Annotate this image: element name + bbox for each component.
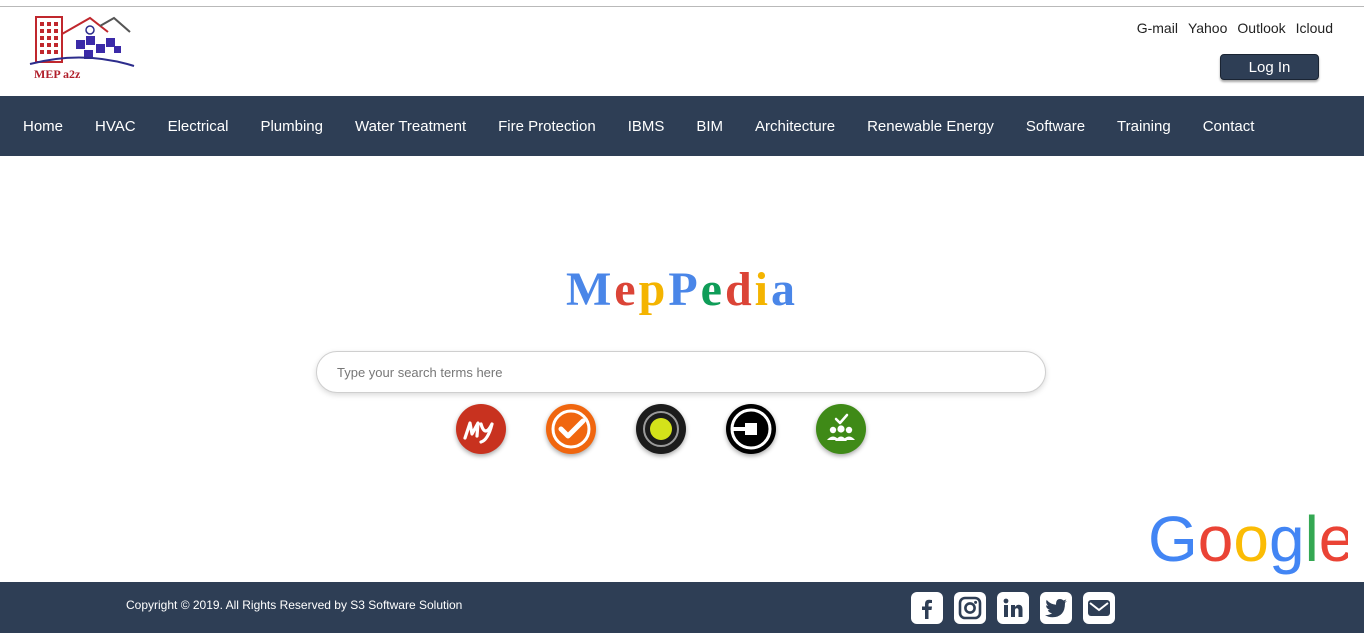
google-wordmark: Google bbox=[1148, 503, 1348, 575]
brand-letter: e bbox=[700, 263, 725, 316]
meppedia-title: MepPedia bbox=[0, 262, 1364, 317]
brand-letter: i bbox=[754, 263, 771, 316]
nav-item-architecture[interactable]: Architecture bbox=[739, 118, 851, 135]
mail-links: G-mail Yahoo Outlook Icloud bbox=[1137, 20, 1333, 36]
nav-item-training[interactable]: Training bbox=[1101, 118, 1187, 135]
login-button[interactable]: Log In bbox=[1220, 54, 1319, 80]
footer: Copyright © 2019. All Rights Reserved by… bbox=[0, 582, 1364, 633]
nav-item-hvac[interactable]: HVAC bbox=[79, 118, 152, 135]
nav-item-bim[interactable]: BIM bbox=[680, 118, 739, 135]
site-logo[interactable]: MEP a2z bbox=[28, 14, 136, 84]
nav-item-fire-protection[interactable]: Fire Protection bbox=[482, 118, 612, 135]
google-logo[interactable]: Google bbox=[1148, 503, 1348, 581]
logo-building-icon bbox=[29, 16, 135, 67]
social-links bbox=[911, 592, 1115, 624]
nav-item-electrical[interactable]: Electrical bbox=[152, 118, 245, 135]
nav-item-software[interactable]: Software bbox=[1010, 118, 1101, 135]
google-letter: G bbox=[1148, 503, 1198, 575]
brand-letter: p bbox=[638, 263, 669, 316]
nav-item-ibms[interactable]: IBMS bbox=[612, 118, 681, 135]
brand-letter: a bbox=[771, 263, 798, 316]
copyright-text: Copyright © 2019. All Rights Reserved by… bbox=[126, 598, 463, 612]
team-app-icon[interactable] bbox=[816, 404, 866, 454]
facebook-icon[interactable] bbox=[911, 592, 943, 624]
outlook-link[interactable]: Outlook bbox=[1237, 20, 1285, 36]
brand-letter: d bbox=[724, 263, 755, 316]
google-letter: e bbox=[1319, 503, 1348, 575]
app-icon-row bbox=[0, 404, 1364, 456]
nav-item-home[interactable]: Home bbox=[7, 118, 79, 135]
google-letter: l bbox=[1305, 503, 1319, 575]
instagram-icon[interactable] bbox=[954, 592, 986, 624]
ola-app-icon[interactable] bbox=[636, 404, 686, 454]
main-nav: Home HVAC Electrical Plumbing Water Trea… bbox=[0, 96, 1364, 156]
logo-text: MEP a2z bbox=[34, 67, 81, 81]
brand-letter: M bbox=[565, 263, 615, 316]
checkmark-app-icon[interactable] bbox=[546, 404, 596, 454]
yahoo-link[interactable]: Yahoo bbox=[1188, 20, 1227, 36]
search-box bbox=[316, 351, 1046, 393]
google-letter: o bbox=[1233, 503, 1269, 575]
top-divider bbox=[0, 6, 1364, 7]
twitter-icon[interactable] bbox=[1040, 592, 1072, 624]
google-letter: o bbox=[1198, 503, 1234, 575]
nav-item-renewable-energy[interactable]: Renewable Energy bbox=[851, 118, 1010, 135]
brand-letter: P bbox=[668, 263, 701, 316]
search-input[interactable] bbox=[317, 352, 1045, 392]
my-app-icon[interactable] bbox=[456, 404, 506, 454]
icloud-link[interactable]: Icloud bbox=[1296, 20, 1333, 36]
linkedin-icon[interactable] bbox=[997, 592, 1029, 624]
nav-item-contact[interactable]: Contact bbox=[1187, 118, 1271, 135]
email-icon[interactable] bbox=[1083, 592, 1115, 624]
gmail-link[interactable]: G-mail bbox=[1137, 20, 1178, 36]
uber-app-icon[interactable] bbox=[726, 404, 776, 454]
brand-letter: e bbox=[614, 263, 639, 316]
google-letter: g bbox=[1269, 503, 1305, 575]
nav-item-water-treatment[interactable]: Water Treatment bbox=[339, 118, 482, 135]
nav-item-plumbing[interactable]: Plumbing bbox=[244, 118, 339, 135]
